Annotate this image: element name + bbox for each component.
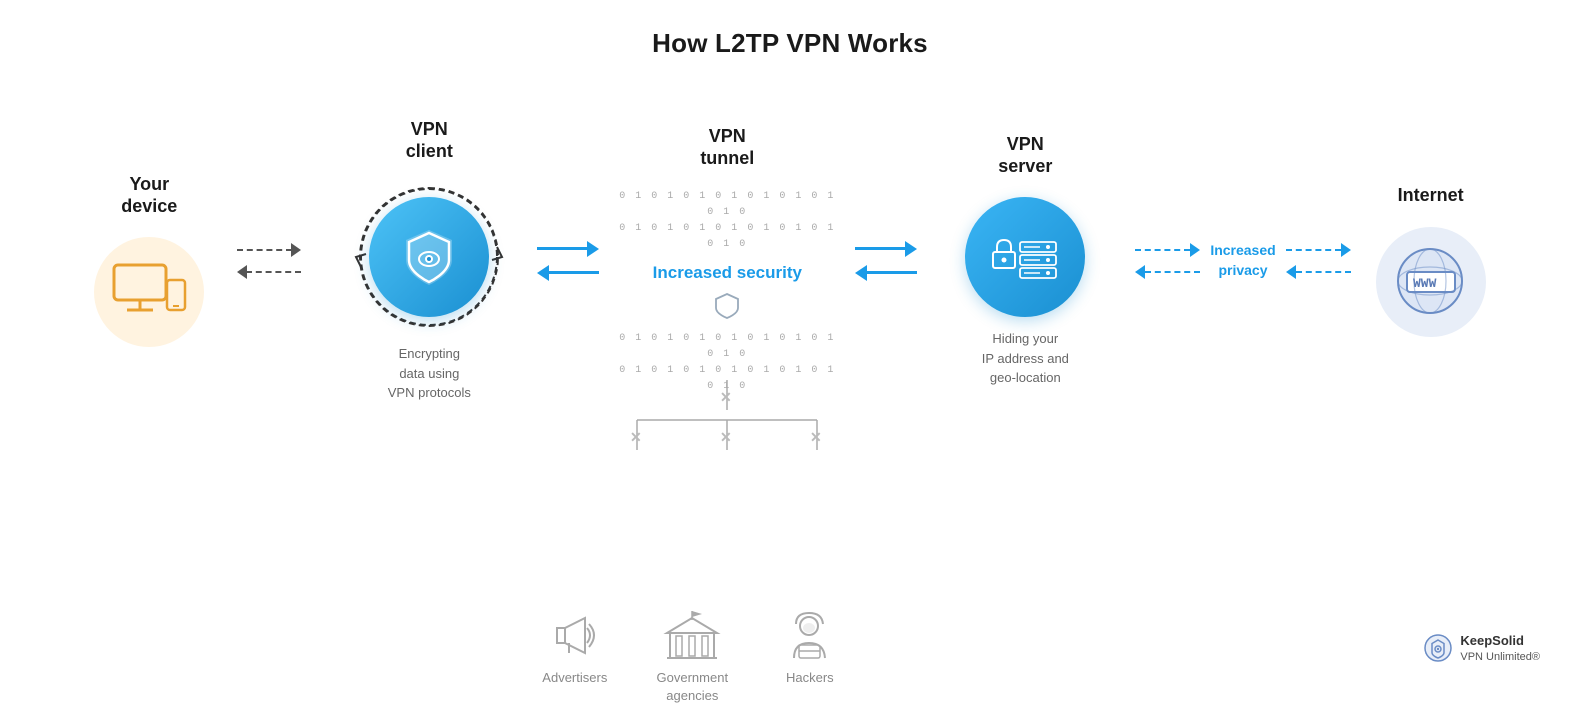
binary-row-3: 0 1 0 1 0 1 0 1 0 1 0 1 0 1 0 1 0 <box>617 331 837 363</box>
vpn-client-icon-circle <box>369 197 489 317</box>
government-label: Governmentagencies <box>657 669 729 705</box>
device-icon-circle <box>94 237 204 347</box>
snooper-government: Governmentagencies <box>642 608 742 705</box>
svg-text:✕: ✕ <box>720 429 732 445</box>
internet-icon-circle: WWW <box>1376 227 1486 337</box>
svg-text:✕: ✕ <box>810 429 822 445</box>
diagram-row: Yourdevice <box>0 119 1580 403</box>
svg-text:✕: ✕ <box>630 429 642 445</box>
vpn-server-subtext: Hiding yourIP address andgeo-location <box>982 329 1069 388</box>
tunnel-inner: Increased security <box>653 253 802 331</box>
device-to-client-arrow-left <box>237 265 301 279</box>
internet-label: Internet <box>1398 185 1464 207</box>
vpn-server-icon <box>990 227 1060 287</box>
brand-name: KeepSolid <box>1460 633 1540 650</box>
privacy-to-internet-arrow-left <box>1286 265 1351 279</box>
vpn-server-icon-circle <box>965 197 1085 317</box>
hacker-icon <box>782 608 837 663</box>
keepsolid-logo-icon <box>1424 634 1452 662</box>
government-icon <box>662 608 722 663</box>
col-vpn-client: VPNclient <box>329 119 529 403</box>
advertiser-label: Advertisers <box>542 669 607 687</box>
privacy-to-internet-arrow-right <box>1286 243 1351 257</box>
increased-security-label: Increased security <box>653 263 802 283</box>
col-internet: Internet WWW <box>1351 185 1511 337</box>
page-container: How L2TP VPN Works Yourdevice <box>0 0 1580 684</box>
client-to-tunnel-arrow-right <box>537 241 599 257</box>
vpn-tunnel-label: VPNtunnel <box>700 126 754 169</box>
server-to-privacy-arrows <box>1135 243 1200 279</box>
col-vpn-tunnel: VPNtunnel 0 1 0 1 0 1 0 1 0 1 0 1 0 1 0 … <box>617 126 837 395</box>
svg-text:WWW: WWW <box>1413 276 1437 291</box>
col-device: Yourdevice <box>69 174 229 347</box>
server-to-internet-arrow-right <box>1135 243 1200 257</box>
client-to-tunnel-arrow-left <box>537 265 599 281</box>
vpn-client-subtext: Encryptingdata usingVPN protocols <box>388 344 471 403</box>
vpn-server-label: VPNserver <box>998 134 1052 177</box>
brand-watermark: KeepSolid VPN Unlimited® <box>1424 633 1540 664</box>
tunnel-mini-shield-icon <box>712 291 742 321</box>
snooper-branch-svg: ✕ ✕ ✕ ✕ <box>597 380 857 550</box>
tunnel-box: 0 1 0 1 0 1 0 1 0 1 0 1 0 1 0 1 0 0 1 0 … <box>617 189 837 395</box>
server-to-internet-arrow-left <box>1135 265 1200 279</box>
col-vpn-server: VPNserver <box>925 134 1125 388</box>
binary-row-1: 0 1 0 1 0 1 0 1 0 1 0 1 0 1 0 1 0 <box>617 189 837 221</box>
increased-privacy-label: Increasedprivacy <box>1210 241 1275 280</box>
device-label: Yourdevice <box>121 174 177 217</box>
advertiser-icon <box>547 608 602 663</box>
device-to-client-arrows <box>237 243 301 279</box>
tunnel-to-server-arrow-left <box>855 265 917 281</box>
snooper-hacker: Hackers <box>762 608 857 705</box>
device-to-client-arrow-right <box>237 243 301 257</box>
client-to-tunnel-arrows <box>537 241 599 281</box>
privacy-section: Increasedprivacy <box>1135 241 1350 280</box>
tunnel-to-server-arrow-right <box>855 241 917 257</box>
snooper-advertiser: Advertisers <box>527 608 622 705</box>
privacy-to-internet-arrows <box>1286 243 1351 279</box>
brand-text: KeepSolid VPN Unlimited® <box>1460 633 1540 664</box>
vpn-client-shield-icon <box>397 225 462 290</box>
snoopers-row: Advertisers <box>527 608 867 705</box>
hacker-label: Hackers <box>786 669 834 687</box>
tunnel-to-server-arrows <box>855 241 917 281</box>
device-icon <box>109 260 189 325</box>
binary-row-2: 0 1 0 1 0 1 0 1 0 1 0 1 0 1 0 1 0 <box>617 221 837 253</box>
svg-text:✕: ✕ <box>720 389 732 405</box>
page-title: How L2TP VPN Works <box>652 28 928 59</box>
internet-globe-icon: WWW <box>1393 244 1468 319</box>
vpn-client-label: VPNclient <box>406 119 453 162</box>
brand-product: VPN Unlimited® <box>1460 650 1540 664</box>
